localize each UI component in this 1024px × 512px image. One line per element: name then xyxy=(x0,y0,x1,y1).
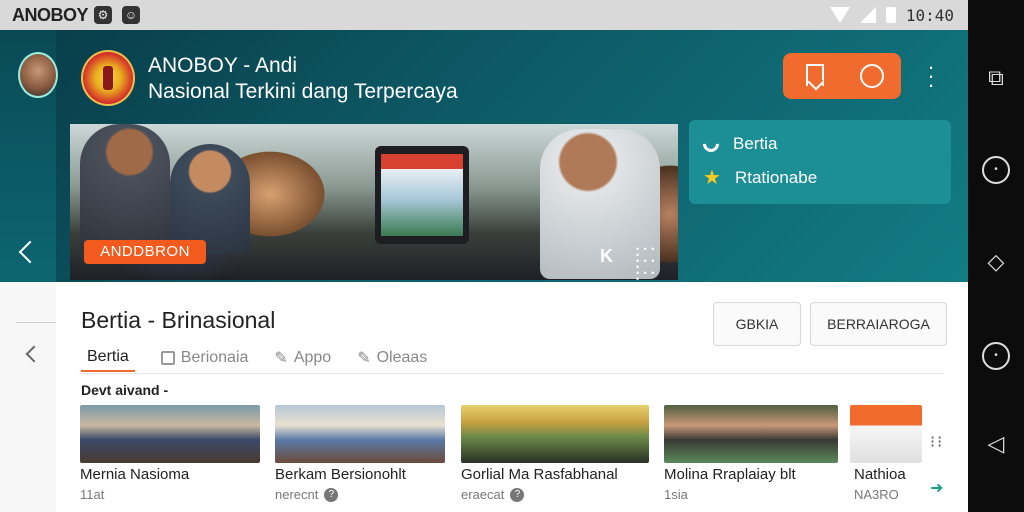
news-meta: NA3RO xyxy=(854,487,899,502)
gear-icon: ⚙ xyxy=(94,6,112,24)
star-icon: ★ xyxy=(703,167,721,189)
section-title: Bertia - Brinasional xyxy=(81,307,276,333)
news-caption[interactable]: Nathioa xyxy=(854,466,906,483)
circle-icon[interactable] xyxy=(860,64,884,88)
battery-icon xyxy=(885,7,896,23)
status-app-name: ANOBOY xyxy=(12,5,89,25)
pencil-icon: ✎ xyxy=(274,350,288,367)
header-title: ANOBOY - Andi xyxy=(148,54,298,77)
news-meta: eraecat ? xyxy=(461,487,525,502)
news-caption[interactable]: Berkam Bersionohlt xyxy=(275,466,406,483)
system-nav-bar: ⧉ • ◇ • ◁ xyxy=(968,0,1024,512)
section-button[interactable]: BERRAIAROGA xyxy=(810,302,947,346)
pencil-icon: ✎ xyxy=(357,350,371,367)
left-rail xyxy=(0,282,56,512)
news-meta-text: 1sia xyxy=(664,487,688,502)
emoji-icon: ☺ xyxy=(122,6,140,24)
grid-dots-icon[interactable]: • • • • • • • • • • • • xyxy=(636,245,662,284)
card-row-phone[interactable]: Bertia xyxy=(699,132,778,156)
news-meta-text: eraecat xyxy=(461,487,505,502)
chevron-left-icon[interactable] xyxy=(25,345,43,363)
news-meta-text: NA3RO xyxy=(854,487,899,502)
home-outline-icon[interactable]: ◇ xyxy=(982,248,1010,276)
circle-icon[interactable]: • xyxy=(982,156,1010,184)
hero-badge[interactable]: ANDDBRON xyxy=(84,240,206,264)
arrow-right-icon[interactable]: ➜ xyxy=(930,478,943,498)
news-thumbnail[interactable] xyxy=(461,405,649,463)
card-row-label: Rtationabe xyxy=(734,168,818,187)
app-logo xyxy=(81,50,135,106)
bookmark-icon[interactable] xyxy=(806,64,824,86)
photo-person xyxy=(170,144,250,254)
signal-icon xyxy=(859,7,876,23)
news-thumbnail[interactable] xyxy=(275,405,445,463)
avatar[interactable] xyxy=(18,52,58,98)
tab-label: Oleaas xyxy=(376,349,428,366)
help-icon[interactable]: ? xyxy=(324,487,339,502)
checkbox-icon xyxy=(160,351,175,365)
news-meta-text: nerecnt xyxy=(275,487,319,502)
news-meta: 11at xyxy=(80,487,104,502)
tab-divider xyxy=(81,373,944,374)
wifi-icon xyxy=(829,7,850,23)
news-meta: nerecnt ? xyxy=(275,487,339,502)
tab-appo[interactable]: ✎ Appo xyxy=(274,344,331,372)
circle-icon[interactable]: • xyxy=(982,342,1010,370)
phone-icon xyxy=(699,132,723,156)
card-row-star[interactable]: ★ Rtationabe xyxy=(703,168,817,188)
news-caption[interactable]: Molina Rraplaiay blt xyxy=(664,466,796,483)
multiwindow-icon[interactable]: ⧉ xyxy=(982,64,1010,92)
news-thumbnail[interactable] xyxy=(664,405,838,463)
tab-oleaas[interactable]: ✎ Oleaas xyxy=(357,344,427,372)
tab-bar: Bertia Berionaia ✎ Appo ✎ Oleaas xyxy=(81,342,453,374)
more-menu-icon[interactable]: · · · xyxy=(925,56,937,96)
more-dots-icon[interactable]: ⁝⁝ xyxy=(930,432,944,452)
news-meta-text: 11at xyxy=(80,487,105,502)
header-subtitle: Nasional Terkini dang Terpercaya xyxy=(148,80,458,103)
tab-label: Bertia xyxy=(87,348,129,365)
status-bar: ANOBOY ⚙ ☺ 10:40 xyxy=(0,0,968,30)
help-icon[interactable]: ? xyxy=(510,487,525,502)
card-row-label: Bertia xyxy=(733,134,778,153)
side-card: Bertia ★ Rtationabe xyxy=(689,120,951,204)
news-thumbnail[interactable] xyxy=(850,405,922,463)
news-thumbnail[interactable] xyxy=(80,405,260,463)
section-button[interactable]: GBKIA xyxy=(713,302,801,346)
tab-label: Berionaia xyxy=(180,349,249,366)
sub-label: Devt aivand - xyxy=(81,382,169,398)
news-caption[interactable]: Gorlial Ma Rasfabhanal xyxy=(461,466,618,483)
news-caption[interactable]: Mernia Nasioma xyxy=(80,466,189,483)
news-meta: 1sia xyxy=(664,487,688,502)
photo-tablet-screen xyxy=(381,154,463,236)
back-triangle-icon[interactable]: ◁ xyxy=(982,430,1010,458)
status-time: 10:40 xyxy=(905,5,954,25)
tab-bertia[interactable]: Bertia xyxy=(81,344,135,372)
hero-k-label: K xyxy=(600,246,613,266)
tab-berionaia[interactable]: Berionaia xyxy=(160,344,249,372)
tab-label: Appo xyxy=(293,349,332,366)
divider xyxy=(16,322,56,323)
